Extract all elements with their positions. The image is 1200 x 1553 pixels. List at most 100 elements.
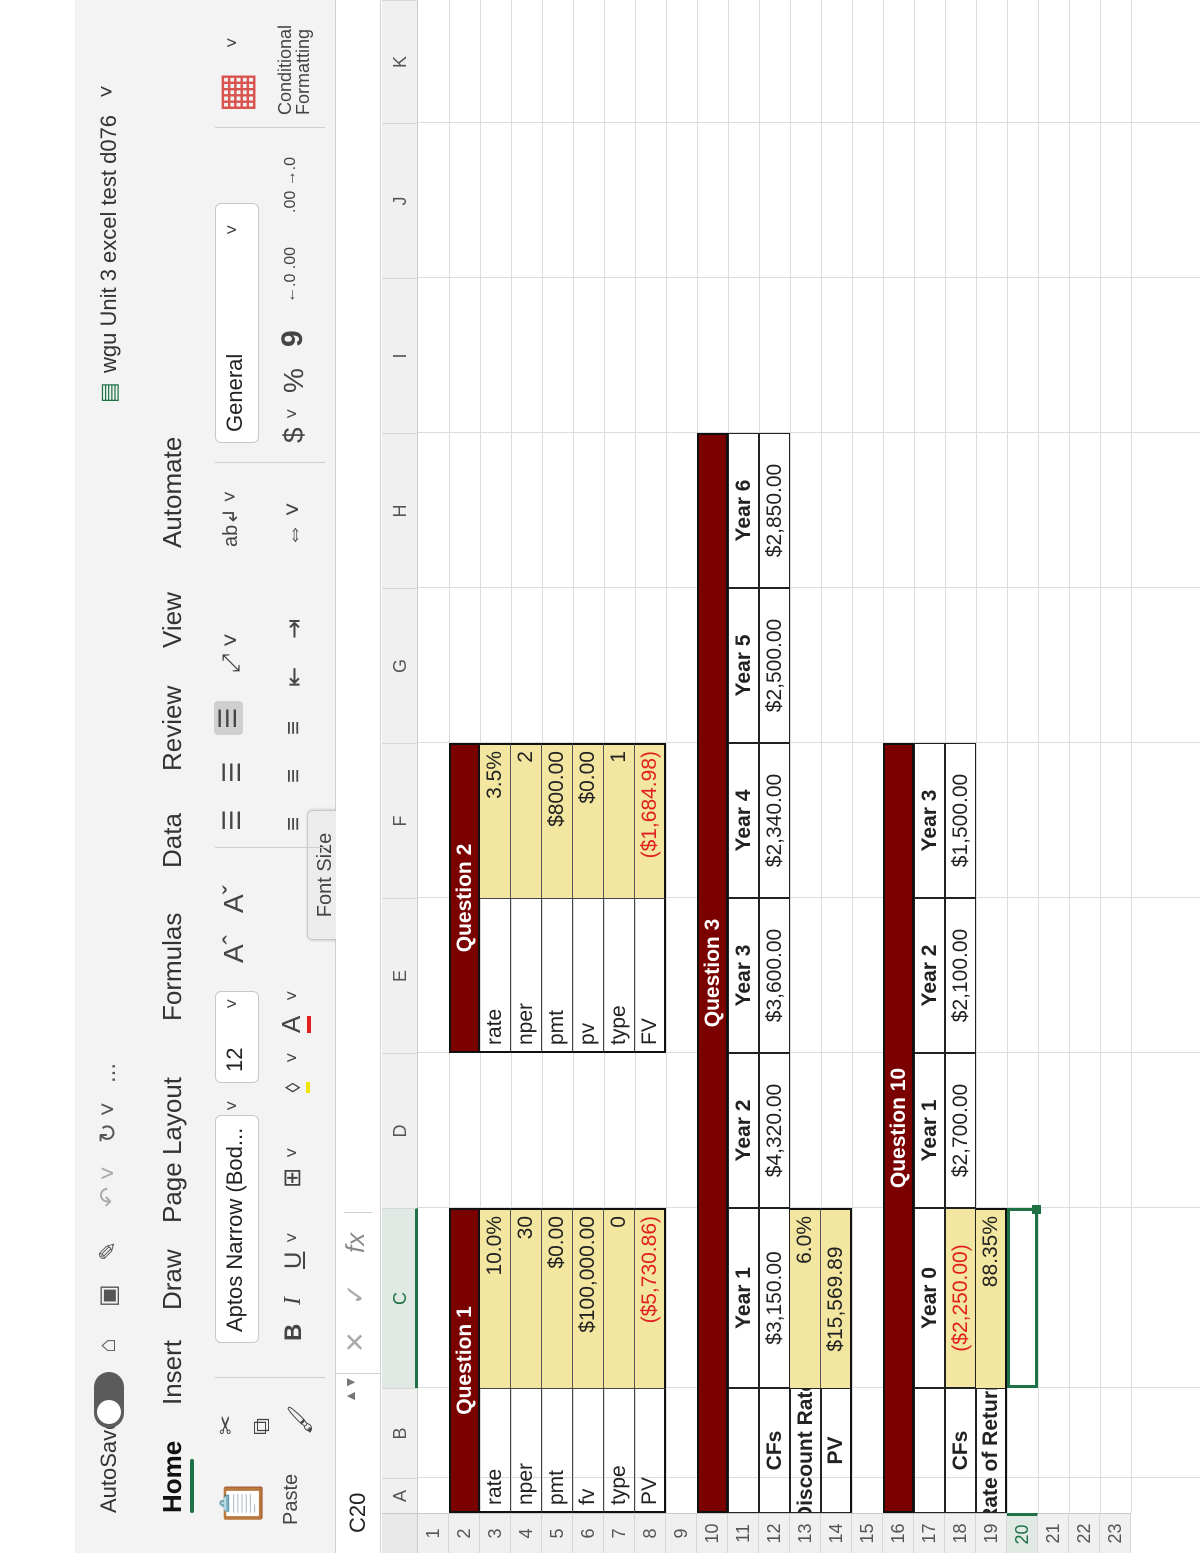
- question-2-header[interactable]: Question 2: [449, 743, 480, 1053]
- q10-header-year-1[interactable]: Year 1: [914, 1053, 945, 1208]
- q1-label-pmt[interactable]: pmt: [542, 1388, 573, 1513]
- row-header-11[interactable]: 11: [728, 1513, 759, 1553]
- q2-value-type[interactable]: 1: [604, 743, 635, 898]
- q1-value-nper[interactable]: 30: [511, 1208, 542, 1388]
- q3-cf-year-5[interactable]: $2,500.00: [759, 588, 790, 743]
- gridline: [1038, 0, 1039, 1513]
- q3-cfs-label[interactable]: CFs: [759, 1388, 790, 1513]
- row-header-19[interactable]: 19: [976, 1513, 1007, 1553]
- q3-pv-value[interactable]: $15,569.89: [821, 1208, 852, 1388]
- column-header-h[interactable]: H: [382, 433, 418, 588]
- q2-value-rate[interactable]: 3.5%: [480, 743, 511, 898]
- q10-header-year-3[interactable]: Year 3: [914, 743, 945, 898]
- q1-value-type[interactable]: 0: [604, 1208, 635, 1388]
- q3-pv-label[interactable]: PV: [821, 1388, 852, 1513]
- row-header-12[interactable]: 12: [759, 1513, 790, 1553]
- q2-label-fv[interactable]: FV: [635, 898, 666, 1053]
- column-header-j[interactable]: J: [382, 123, 418, 278]
- active-cell-c20[interactable]: [1007, 1208, 1038, 1388]
- q1-value-pv[interactable]: ($5,730.86): [635, 1208, 666, 1388]
- column-header-b[interactable]: B: [382, 1388, 418, 1478]
- row-header-13[interactable]: 13: [790, 1513, 821, 1553]
- q10-corner-cell[interactable]: [914, 1388, 945, 1513]
- q3-cf-year-6[interactable]: $2,850.00: [759, 433, 790, 588]
- q3-header-year-5[interactable]: Year 5: [728, 588, 759, 743]
- q3-header-year-1[interactable]: Year 1: [728, 1208, 759, 1388]
- question-3-header[interactable]: Question 3: [697, 433, 728, 1513]
- column-header-e[interactable]: E: [382, 898, 418, 1053]
- row-header-22[interactable]: 22: [1069, 1513, 1100, 1553]
- q10-rate-of-return-value[interactable]: 88.35%: [976, 1208, 1007, 1388]
- q2-value-pmt[interactable]: $800.00: [542, 743, 573, 898]
- q2-label-pmt[interactable]: pmt: [542, 898, 573, 1053]
- q2-value-nper[interactable]: 2: [511, 743, 542, 898]
- row-header-23[interactable]: 23: [1100, 1513, 1131, 1553]
- row-header-2[interactable]: 2: [449, 1513, 480, 1553]
- q3-corner-cell[interactable]: [728, 1388, 759, 1513]
- q2-label-type[interactable]: type: [604, 898, 635, 1053]
- row-header-14[interactable]: 14: [821, 1513, 852, 1553]
- row-header-16[interactable]: 16: [883, 1513, 914, 1553]
- row-header-1[interactable]: 1: [418, 1513, 449, 1553]
- q3-header-year-4[interactable]: Year 4: [728, 743, 759, 898]
- q1-value-pmt[interactable]: $0.00: [542, 1208, 573, 1388]
- select-all-corner[interactable]: [382, 1513, 418, 1553]
- row-header-21[interactable]: 21: [1038, 1513, 1069, 1553]
- spreadsheet-grid[interactable]: A B C D E F G H I J K 1 2 3 4 5 6 7 8 9 10 11 12 13 14 15 16 17 18 19…: [0, 0, 1200, 1553]
- q3-cf-year-2[interactable]: $4,320.00: [759, 1053, 790, 1208]
- column-header-k[interactable]: K: [382, 0, 418, 123]
- q1-label-nper[interactable]: nper: [511, 1388, 542, 1513]
- q10-header-year-0[interactable]: Year 0: [914, 1208, 945, 1388]
- q2-label-rate[interactable]: rate: [480, 898, 511, 1053]
- q10-cf-year-1[interactable]: $2,700.00: [945, 1053, 976, 1208]
- q2-value-fv[interactable]: ($1,684.98): [635, 743, 666, 898]
- gridline: [418, 587, 1200, 588]
- column-header-i[interactable]: I: [382, 278, 418, 433]
- q3-cf-year-4[interactable]: $2,340.00: [759, 743, 790, 898]
- question-10-header[interactable]: Question 10: [883, 743, 914, 1513]
- q10-cf-year-0[interactable]: ($2,250.00): [945, 1208, 976, 1388]
- row-header-4[interactable]: 4: [511, 1513, 542, 1553]
- q1-label-fv[interactable]: fv: [573, 1388, 604, 1513]
- row-header-20[interactable]: 20: [1007, 1513, 1038, 1553]
- q1-label-type[interactable]: type: [604, 1388, 635, 1513]
- q3-header-year-3[interactable]: Year 3: [728, 898, 759, 1053]
- row-header-8[interactable]: 8: [635, 1513, 666, 1553]
- column-header-a[interactable]: A: [382, 1478, 418, 1513]
- q3-discount-rate-value[interactable]: 6.0%: [790, 1208, 821, 1388]
- q3-discount-rate-label[interactable]: Discount Rate: [790, 1388, 821, 1513]
- row-header-7[interactable]: 7: [604, 1513, 635, 1553]
- column-header-f[interactable]: F: [382, 743, 418, 898]
- row-header-17[interactable]: 17: [914, 1513, 945, 1553]
- row-header-6[interactable]: 6: [573, 1513, 604, 1553]
- q10-cfs-label[interactable]: CFs: [945, 1388, 976, 1513]
- q2-value-pv[interactable]: $0.00: [573, 743, 604, 898]
- row-header-3[interactable]: 3: [480, 1513, 511, 1553]
- q3-header-year-2[interactable]: Year 2: [728, 1053, 759, 1208]
- q1-value-fv[interactable]: $100,000.00: [573, 1208, 604, 1388]
- row-header-15[interactable]: 15: [852, 1513, 883, 1553]
- q3-cf-year-1[interactable]: $3,150.00: [759, 1208, 790, 1388]
- q3-header-year-6[interactable]: Year 6: [728, 433, 759, 588]
- q1-label-pv[interactable]: PV: [635, 1388, 666, 1513]
- q1-value-rate[interactable]: 10.0%: [480, 1208, 511, 1388]
- q1-label-rate[interactable]: rate: [480, 1388, 511, 1513]
- column-header-d[interactable]: D: [382, 1053, 418, 1208]
- q10-cf-year-2[interactable]: $2,100.00: [945, 898, 976, 1053]
- q3-cf-year-3[interactable]: $3,600.00: [759, 898, 790, 1053]
- row-header-18[interactable]: 18: [945, 1513, 976, 1553]
- column-header-g[interactable]: G: [382, 588, 418, 743]
- q10-header-year-2[interactable]: Year 2: [914, 898, 945, 1053]
- row-header-5[interactable]: 5: [542, 1513, 573, 1553]
- row-header-9[interactable]: 9: [666, 1513, 697, 1553]
- q10-cf-year-3[interactable]: $1,500.00: [945, 743, 976, 898]
- column-header-c[interactable]: C: [382, 1208, 418, 1388]
- q10-rate-of-return-label[interactable]: Rate of Return: [976, 1388, 1007, 1513]
- gridline: [418, 122, 1200, 123]
- q2-label-nper[interactable]: nper: [511, 898, 542, 1053]
- gridline: [418, 432, 1200, 433]
- row-header-10[interactable]: 10: [697, 1513, 728, 1553]
- gridline: [1069, 0, 1070, 1513]
- question-1-header[interactable]: Question 1: [449, 1208, 480, 1513]
- q2-label-pv[interactable]: pv: [573, 898, 604, 1053]
